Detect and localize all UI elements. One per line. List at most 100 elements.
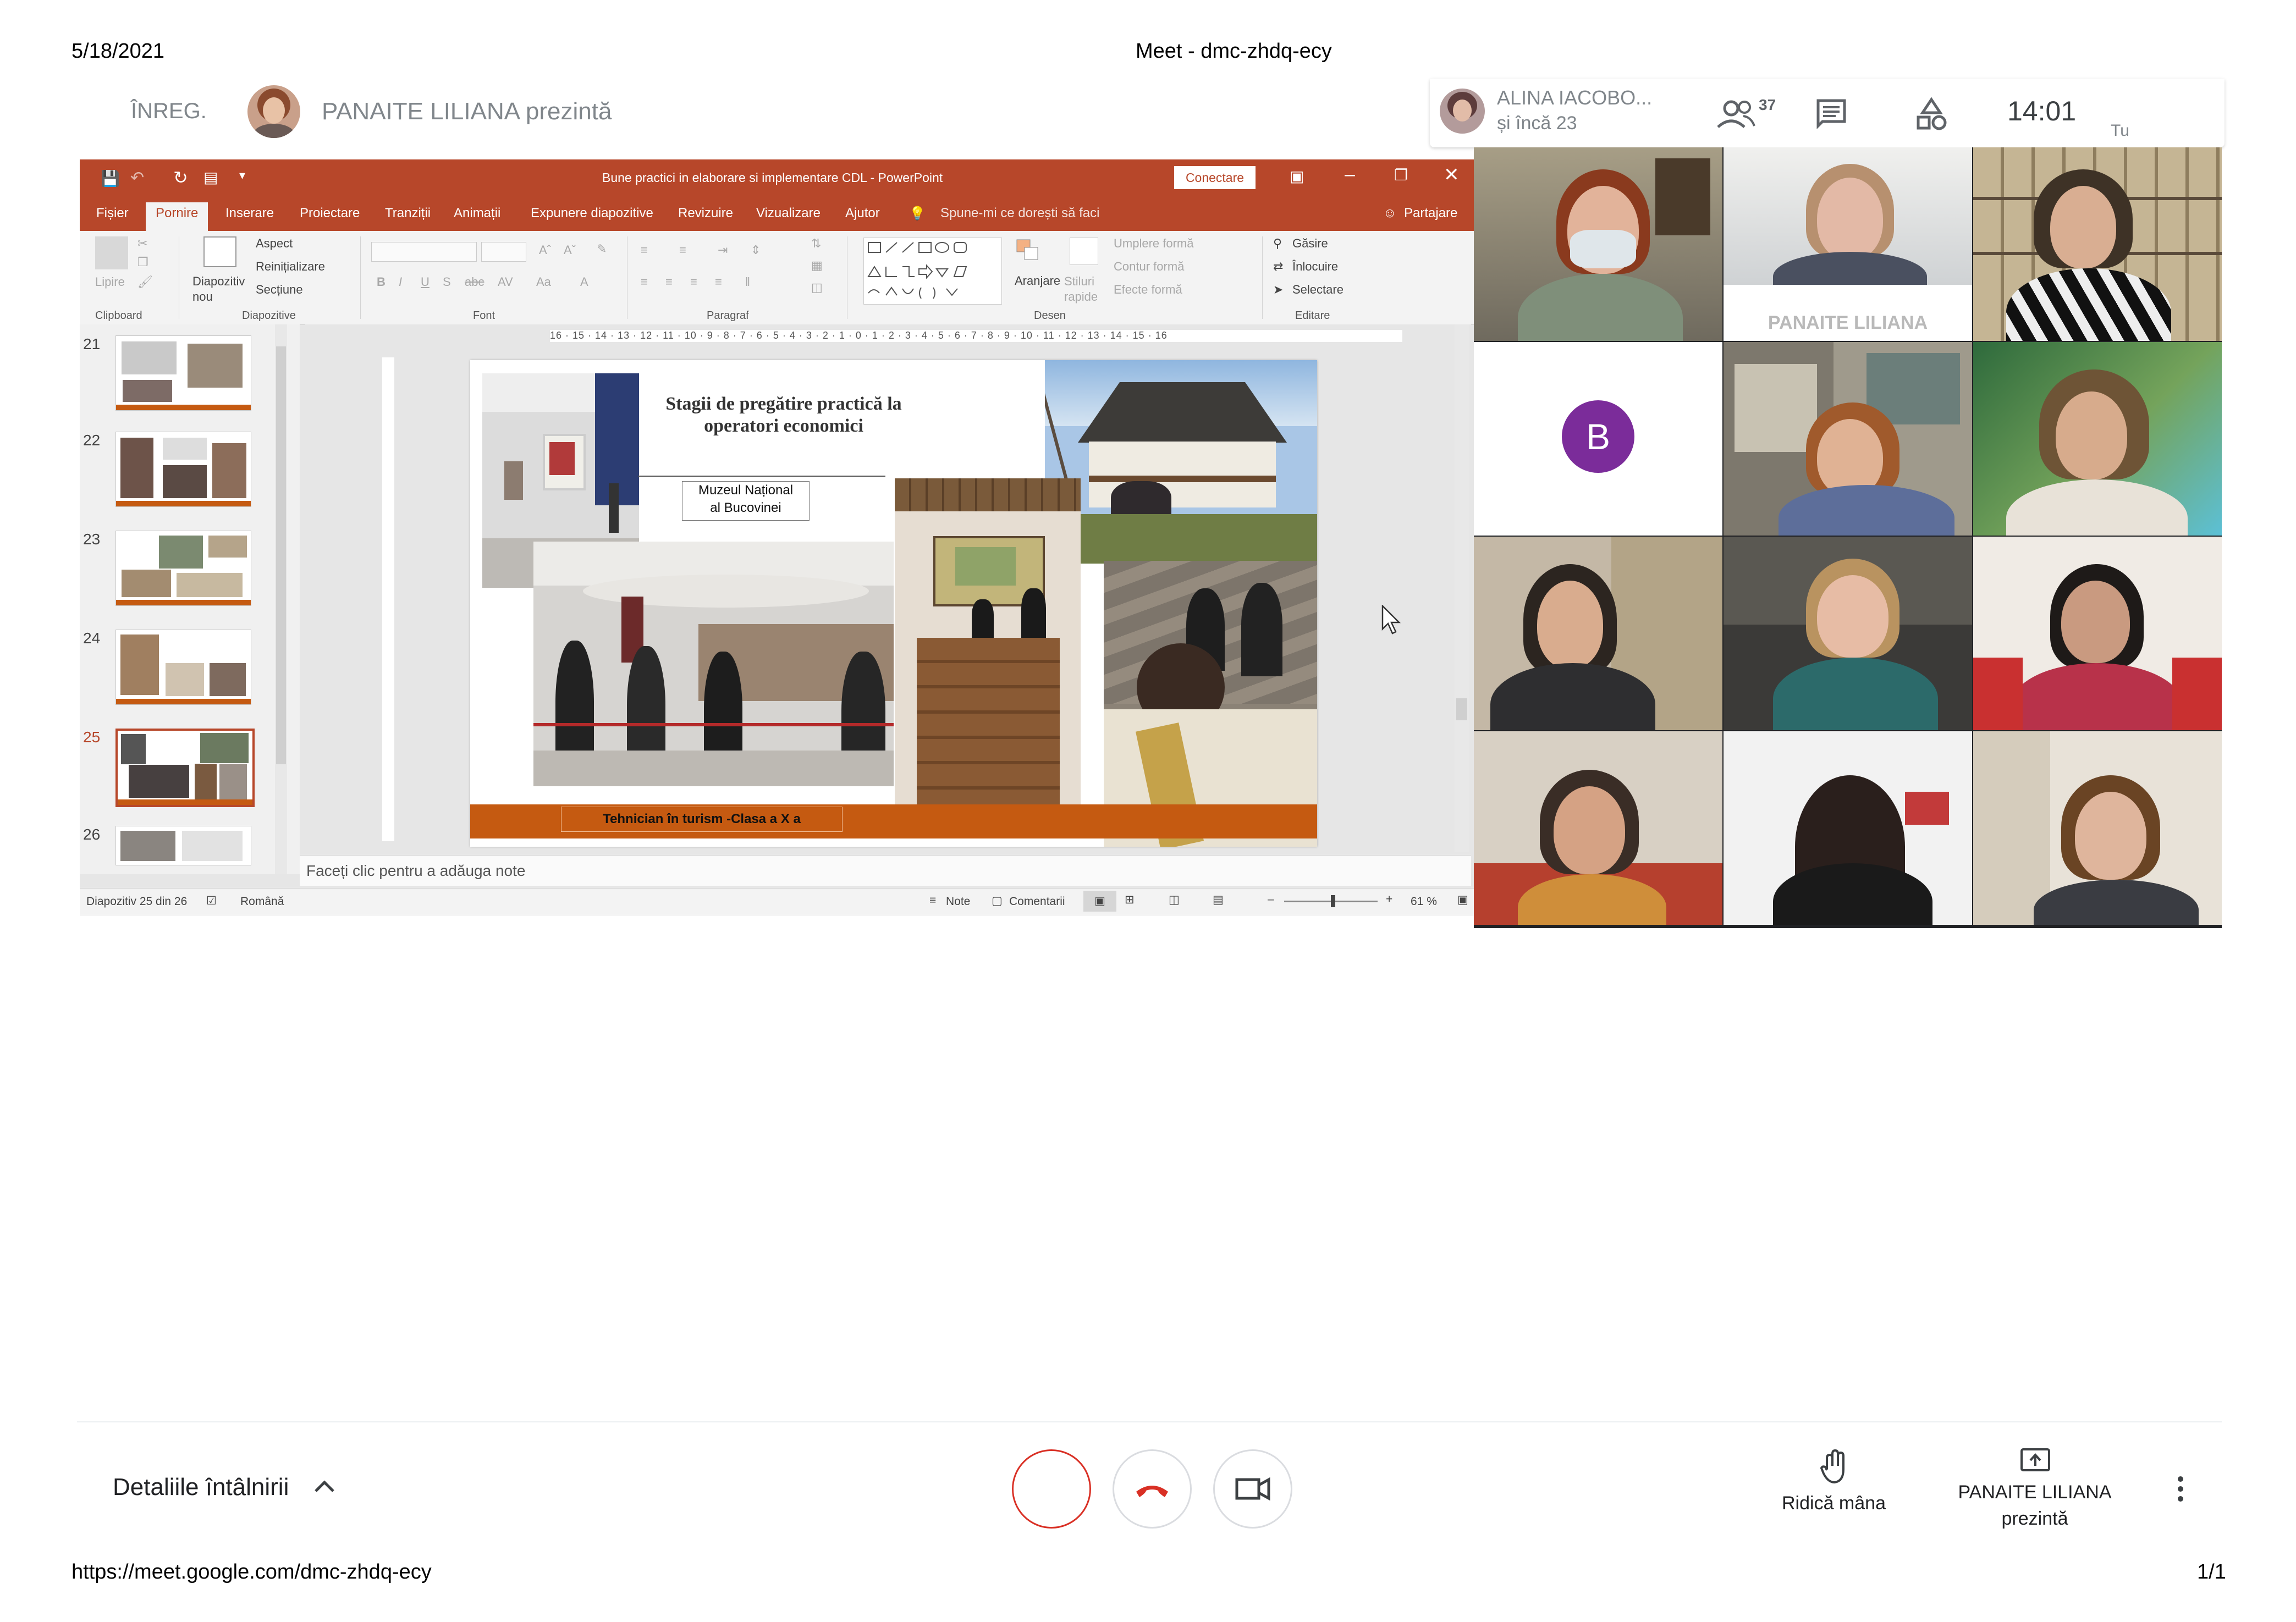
columns-icon[interactable]: ‖ [745,275,750,289]
justify-icon[interactable]: ≡ [715,275,722,289]
change-case-icon[interactable]: Aa [536,275,551,289]
participant-tile[interactable] [1973,731,2222,925]
people-icon[interactable] [1716,95,1765,134]
tab-animations[interactable]: Animații [454,206,500,221]
font-name-select[interactable] [371,242,477,262]
quick-styles-icon[interactable] [1070,238,1098,265]
shadow-icon[interactable]: S [443,275,451,289]
camera-button[interactable] [1213,1449,1292,1529]
redo-icon[interactable]: ↻ [173,167,188,188]
end-call-button[interactable] [1113,1449,1192,1529]
tab-home[interactable]: Pornire [146,202,208,231]
tab-design[interactable]: Proiectare [300,206,360,221]
tab-review[interactable]: Revizuire [678,206,733,221]
cut-icon[interactable]: ✂ [137,236,147,251]
chevron-up-icon[interactable] [312,1478,337,1494]
strikethrough-icon[interactable]: abc [465,275,484,289]
presenting-status-button[interactable]: PANAITE LILIANA prezintă [1958,1479,2112,1532]
slide-thumbnail[interactable] [115,531,251,606]
slideshow-view-icon[interactable]: ▤ [1213,893,1224,907]
zoom-level[interactable]: 61 % [1411,895,1437,908]
copy-icon[interactable]: ❐ [137,255,148,269]
minimize-icon[interactable]: – [1345,164,1355,185]
chat-icon[interactable] [1815,97,1848,130]
language-indicator[interactable]: Română [240,895,284,908]
clear-format-icon[interactable]: ✎ [597,242,607,256]
text-direction-icon[interactable]: ⇅ [811,236,821,251]
italic-icon[interactable]: I [399,275,402,289]
comments-toggle[interactable]: Comentarii [1009,895,1065,908]
font-color-icon[interactable]: A [580,275,588,289]
section-button[interactable]: Secțiune [256,283,303,297]
paste-icon[interactable] [95,236,128,269]
participant-tile[interactable] [1474,537,1722,730]
normal-view-icon[interactable]: ▣ [1083,891,1116,912]
share-button[interactable]: Partajare [1404,206,1457,221]
shape-fill-button[interactable]: Umplere formă [1114,236,1193,251]
slide-sorter-icon[interactable]: ⊞ [1125,893,1135,907]
tab-insert[interactable]: Inserare [225,206,274,221]
slide-thumbnail[interactable] [115,630,251,705]
fit-to-window-icon[interactable]: ▣ [1457,893,1468,907]
find-button[interactable]: Găsire [1292,236,1328,251]
participant-tile[interactable] [1724,342,1972,536]
tab-file[interactable]: Fișier [96,206,129,221]
numbering-icon[interactable]: ≡ [679,243,686,257]
thumbnails-scrollbar[interactable] [275,324,287,874]
notes-toggle[interactable]: Note [946,895,970,908]
align-right-icon[interactable]: ≡ [690,275,697,289]
raise-hand-button[interactable]: Ridică mâna [1782,1493,1886,1514]
grow-font-icon[interactable]: Aˆ [539,243,551,257]
indent-icon[interactable]: ⇥ [718,243,728,257]
meeting-details-button[interactable]: Detaliile întâlnirii [113,1474,289,1501]
underline-icon[interactable]: U [421,275,430,289]
line-spacing-icon[interactable]: ⇕ [751,243,761,257]
char-spacing-icon[interactable]: AV [498,275,513,289]
present-screen-icon[interactable] [2019,1446,2051,1475]
format-painter-icon[interactable]: 🖌 [137,275,153,289]
microphone-button[interactable] [1012,1449,1091,1529]
spell-check-icon[interactable]: ☑ [206,894,217,908]
layout-button[interactable]: Aspect [256,236,293,251]
participant-tile[interactable] [1973,147,2222,341]
save-icon[interactable]: 💾 [101,169,120,187]
customize-toolbar-icon[interactable]: ▾ [239,168,245,183]
connect-button[interactable]: Conectare [1174,166,1256,189]
participant-tile[interactable] [1724,731,1972,925]
hand-icon[interactable] [1820,1449,1849,1486]
zoom-out-icon[interactable]: – [1268,893,1274,906]
arrange-button[interactable]: Aranjare [1015,274,1060,288]
restore-icon[interactable]: ❐ [1394,166,1408,184]
tab-help[interactable]: Ajutor [845,206,880,221]
font-size-select[interactable] [481,242,526,262]
shapes-gallery[interactable] [863,238,1002,305]
tell-me-box[interactable]: Spune-mi ce dorești să faci [940,206,1099,221]
new-slide-icon[interactable] [203,236,236,267]
current-slide[interactable]: Stagii de pregătire practică la operator… [470,360,1317,847]
activities-icon[interactable] [1914,96,1949,131]
select-button[interactable]: Selectare [1292,283,1344,297]
participant-tile[interactable] [1474,147,1722,341]
participant-tile[interactable] [1973,342,2222,536]
notes-pane[interactable]: Faceți clic pentru a adăuga note [300,855,1471,886]
zoom-slider[interactable] [1284,895,1378,907]
arrange-icon[interactable] [1015,238,1042,264]
more-options-icon[interactable] [2175,1474,2186,1507]
close-icon[interactable]: ✕ [1444,164,1460,186]
tab-view[interactable]: Vizualizare [756,206,821,221]
smartart-icon[interactable]: ◫ [811,280,823,295]
ribbon-display-icon[interactable]: ▣ [1290,167,1304,185]
paste-button[interactable]: Lipire [95,275,125,289]
shrink-font-icon[interactable]: Aˇ [564,243,576,257]
shape-effects-button[interactable]: Efecte formă [1114,283,1182,297]
slide-thumbnail-selected[interactable] [115,729,255,807]
slide-thumbnail[interactable] [115,826,251,865]
slide-thumbnail[interactable] [115,335,251,411]
reading-view-icon[interactable]: ◫ [1169,893,1180,907]
shape-outline-button[interactable]: Contur formă [1114,260,1184,274]
bold-icon[interactable]: B [377,275,386,289]
align-center-icon[interactable]: ≡ [665,275,673,289]
workspace-scrollbar[interactable] [1455,324,1469,852]
reset-button[interactable]: Reinițializare [256,260,325,274]
bullets-icon[interactable]: ≡ [641,243,648,257]
